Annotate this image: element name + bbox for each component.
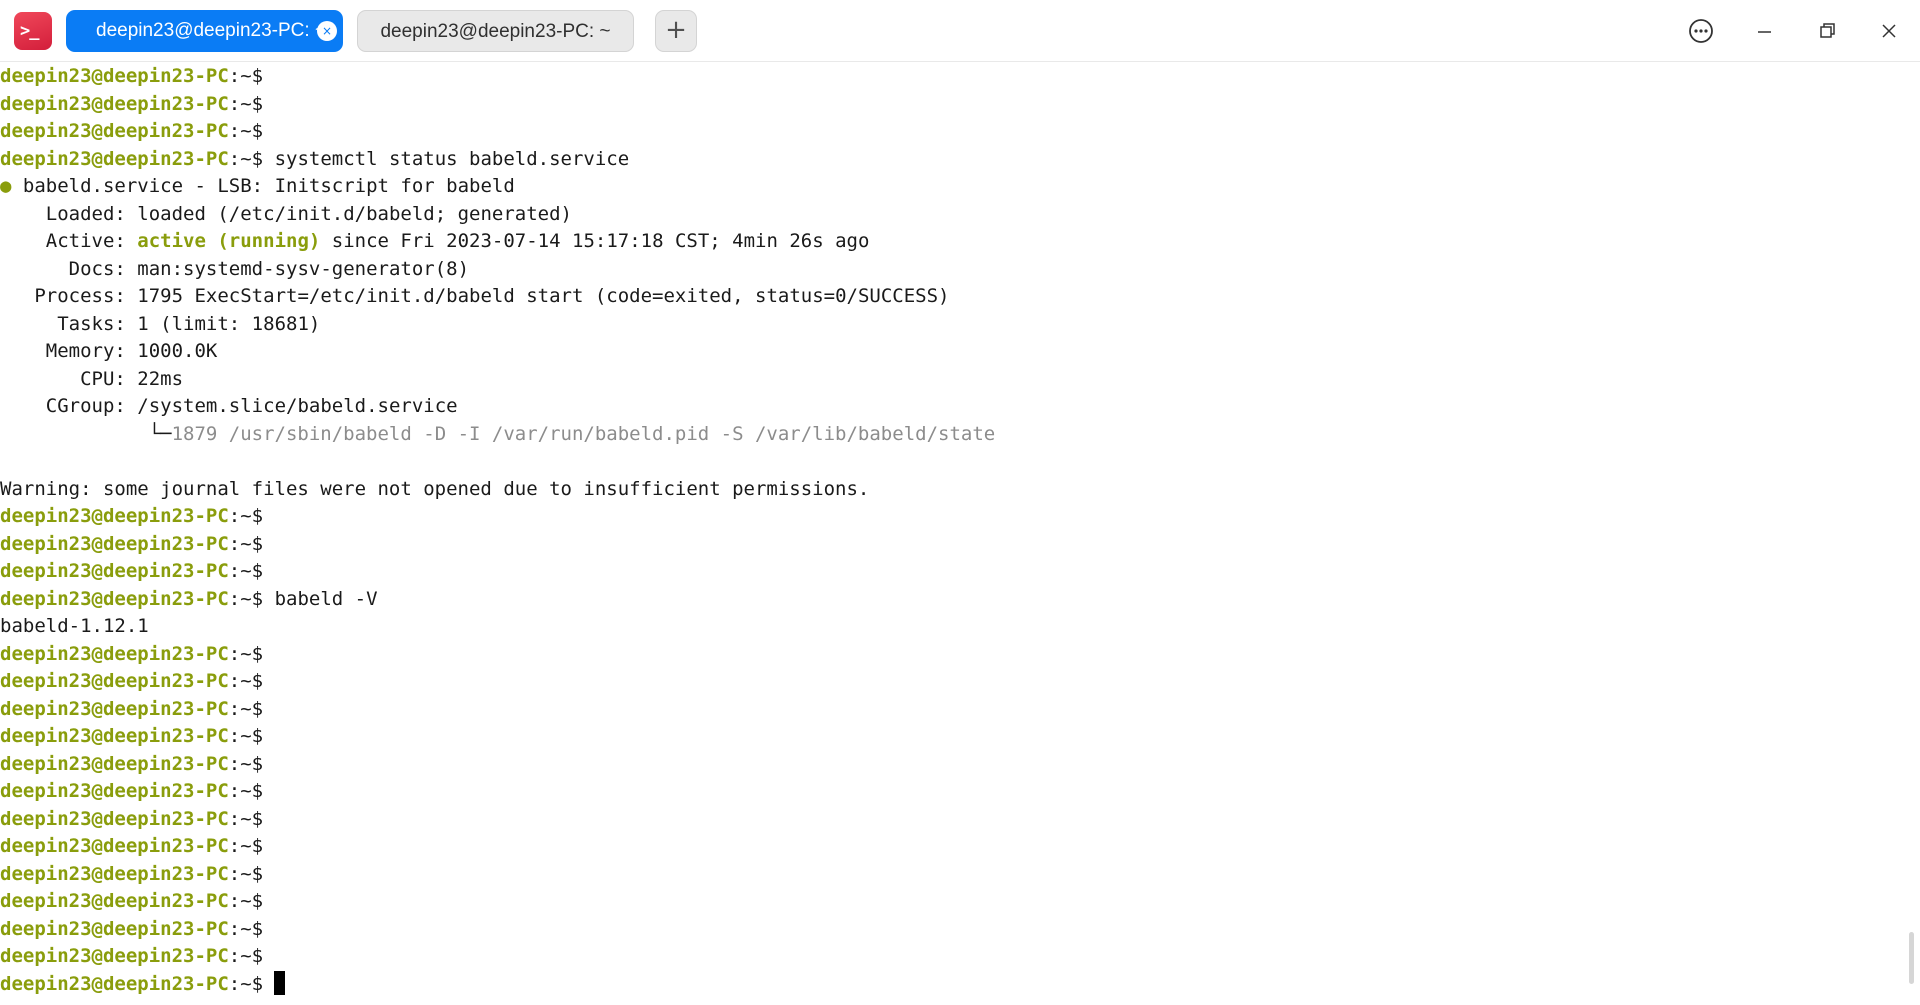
prompt-line: deepin23@deepin23-PC:~$ xyxy=(0,560,264,582)
close-tab-icon[interactable]: × xyxy=(317,21,337,41)
prompt-line: deepin23@deepin23-PC:~$ xyxy=(0,65,264,87)
status-header: ● babeld.service - LSB: Initscript for b… xyxy=(0,175,515,197)
prompt-line: deepin23@deepin23-PC:~$ xyxy=(0,670,264,692)
restore-icon[interactable] xyxy=(1807,11,1847,51)
terminal-app-icon[interactable]: >_ xyxy=(14,12,52,50)
prompt-line: deepin23@deepin23-PC:~$ xyxy=(0,697,264,720)
prompt-line: deepin23@deepin23-PC:~$ xyxy=(0,92,264,115)
status-active: Active: active (running) since Fri 2023-… xyxy=(0,230,870,252)
command-text: babeld -V xyxy=(274,587,378,610)
status-dot-icon: ● xyxy=(0,175,12,197)
status-cpu: CPU: 22ms xyxy=(0,367,184,390)
warning-line: Warning: some journal files were not ope… xyxy=(0,477,870,500)
command-text: systemctl status babeld.service xyxy=(274,147,630,170)
more-options-icon[interactable] xyxy=(1681,11,1721,51)
minimize-icon[interactable] xyxy=(1744,11,1784,51)
prompt-line: deepin23@deepin23-PC:~$ xyxy=(0,725,264,747)
prompt-line: deepin23@deepin23-PC:~$ xyxy=(0,807,264,830)
prompt-line: deepin23@deepin23-PC:~$ xyxy=(0,890,264,912)
status-tasks: Tasks: 1 (limit: 18681) xyxy=(0,312,321,335)
command-line: deepin23@deepin23-PC:~$ babeld -V xyxy=(0,587,378,610)
prompt-line: deepin23@deepin23-PC:~$ xyxy=(0,120,264,142)
tab-label: deepin23@deepin23-PC: ~ xyxy=(380,21,611,42)
tab-label: deepin23@deepin23-PC: ~ xyxy=(96,20,327,41)
prompt-line: deepin23@deepin23-PC:~$ xyxy=(0,862,264,885)
status-cgroup-process: └─1879 /usr/sbin/babeld -D -I /var/run/b… xyxy=(0,422,996,445)
title-bar: >_ deepin23@deepin23-PC: ~ × deepin23@de… xyxy=(0,0,1920,62)
close-icon[interactable] xyxy=(1869,11,1909,51)
status-loaded: Loaded: loaded (/etc/init.d/babeld; gene… xyxy=(0,202,572,225)
tab-2[interactable]: deepin23@deepin23-PC: ~ xyxy=(357,10,634,52)
status-docs: Docs: man:systemd-sysv-generator(8) xyxy=(0,257,470,280)
prompt-line: deepin23@deepin23-PC:~$ xyxy=(0,505,264,527)
prompt-line: deepin23@deepin23-PC:~$ xyxy=(0,835,264,857)
add-tab-button[interactable]: + xyxy=(655,10,697,52)
status-process: Process: 1795 ExecStart=/etc/init.d/babe… xyxy=(0,285,950,307)
prompt-line: deepin23@deepin23-PC:~$ xyxy=(0,945,264,967)
vertical-scrollbar[interactable] xyxy=(1909,932,1914,984)
active-prompt-line[interactable]: deepin23@deepin23-PC:~$ xyxy=(0,970,1910,999)
prompt-line: deepin23@deepin23-PC:~$ xyxy=(0,642,264,665)
tab-1[interactable]: deepin23@deepin23-PC: ~ × xyxy=(66,10,343,52)
prompt-line: deepin23@deepin23-PC:~$ xyxy=(0,532,264,555)
prompt-line: deepin23@deepin23-PC:~$ xyxy=(0,917,264,940)
text-cursor xyxy=(274,970,286,995)
prompt-line: deepin23@deepin23-PC:~$ xyxy=(0,780,264,802)
prompt-line: deepin23@deepin23-PC:~$ xyxy=(0,752,264,775)
status-cgroup: CGroup: /system.slice/babeld.service xyxy=(0,395,458,417)
version-output: babeld-1.12.1 xyxy=(0,615,149,637)
status-memory: Memory: 1000.0K xyxy=(0,340,218,362)
command-line: deepin23@deepin23-PC:~$ systemctl status… xyxy=(0,147,630,170)
terminal-output[interactable]: deepin23@deepin23-PC:~$ deepin23@deepin2… xyxy=(0,63,1910,1005)
